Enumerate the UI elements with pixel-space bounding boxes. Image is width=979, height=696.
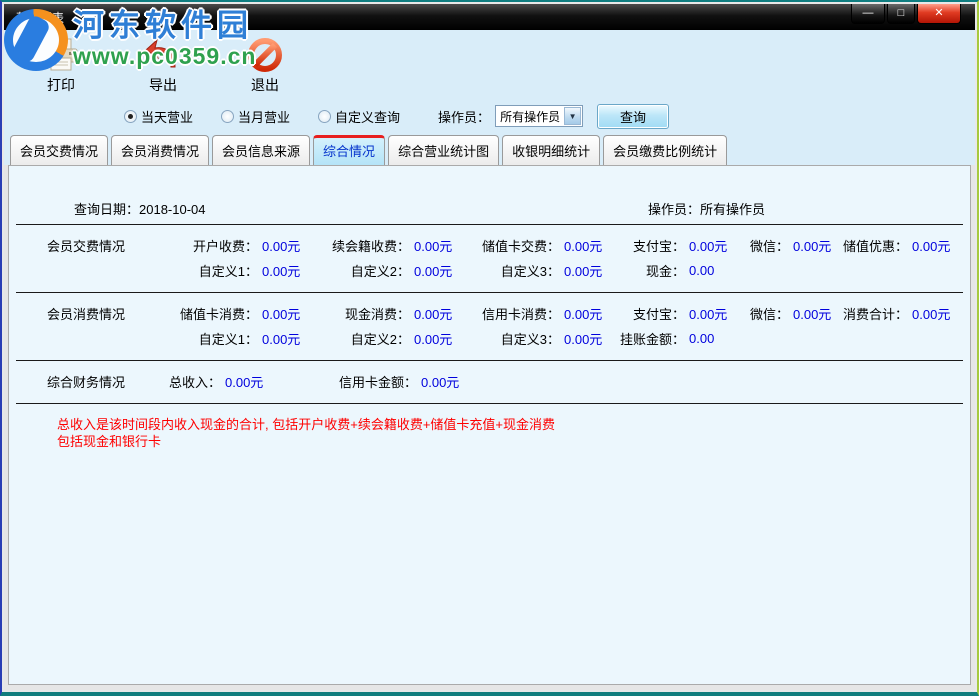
filter-bar: 当天营业 当月营业 自定义查询 操作员： 所有操作员 ▼ 查询 [4, 98, 975, 134]
report-field: 支付宝： 0.00元 [614, 304, 739, 323]
radio-custom-query[interactable]: 自定义查询 [318, 107, 400, 126]
operator-info-value: 所有操作员 [700, 202, 765, 217]
export-button[interactable]: 导出 [134, 35, 192, 95]
section-row: 自定义1： 0.00元 自定义2： 0.00元 自定义3： 0.00元 挂账金额… [17, 326, 962, 351]
chevron-down-icon[interactable]: ▼ [564, 107, 581, 125]
tab-member-source[interactable]: 会员信息来源 [212, 135, 310, 166]
section-financial-summary: 综合财务情况 总收入： 0.00元 信用卡金额： 0.00元 [9, 361, 970, 403]
radio-month-label: 当月营业 [238, 107, 290, 126]
print-button[interactable]: 打印 [32, 35, 90, 95]
report-field: 自定义3： 0.00元 [464, 329, 614, 348]
section-title: 会员交费情况 [17, 236, 157, 255]
radio-icon [318, 110, 331, 123]
title-bar: 营业报表 — □ ✕ [4, 4, 975, 30]
print-label: 打印 [47, 75, 75, 95]
report-field: 储值卡消费： 0.00元 [157, 304, 312, 323]
tab-strip: 会员交费情况 会员消费情况 会员信息来源 综合情况 综合营业统计图 收银明细统计… [4, 134, 975, 165]
close-button[interactable]: ✕ [917, 4, 961, 24]
section-member-payment: 会员交费情况 开户收费： 0.00元 续会籍收费： 0.00元 储值卡交费： 0… [9, 225, 970, 292]
toolbar: 打印 导出 [4, 30, 975, 98]
income-note-line2: 包括现金和银行卡 [57, 433, 970, 450]
query-date: 查询日期：2018-10-04 [74, 199, 206, 218]
radio-custom-label: 自定义查询 [335, 107, 400, 126]
operator-info-label: 操作员： [648, 202, 700, 217]
report-field: 续会籍收费： 0.00元 [312, 236, 464, 255]
report-field: 支付宝： 0.00元 [614, 236, 739, 255]
report-field: 现金消费： 0.00元 [312, 304, 464, 323]
tab-cashier-detail[interactable]: 收银明细统计 [502, 135, 600, 166]
minimize-button[interactable]: — [851, 4, 885, 24]
export-arrow-icon [144, 35, 182, 75]
query-button[interactable]: 查询 [597, 104, 669, 129]
query-date-label: 查询日期： [74, 202, 139, 217]
export-label: 导出 [149, 75, 177, 95]
divider [16, 403, 963, 404]
window-frame: 营业报表 — □ ✕ 打印 [2, 2, 977, 692]
income-note-line1: 总收入是该时间段内收入现金的合计, 包括开户收费+续会籍收费+储值卡充值+现金消… [57, 416, 970, 433]
operator-info: 操作员：所有操作员 [648, 199, 765, 218]
report-field: 挂账金额： 0.00 [614, 329, 739, 348]
tab-payment-ratio[interactable]: 会员缴费比例统计 [603, 135, 727, 166]
maximize-button[interactable]: □ [887, 4, 915, 24]
report-field: 信用卡消费： 0.00元 [464, 304, 614, 323]
radio-today-business[interactable]: 当天营业 [124, 107, 193, 126]
report-field: 自定义2： 0.00元 [312, 261, 464, 280]
report-field: 储值卡交费： 0.00元 [464, 236, 614, 255]
app-window: 营业报表 — □ ✕ 打印 [0, 0, 979, 696]
section-member-consumption: 会员消费情况 储值卡消费： 0.00元 现金消费： 0.00元 信用卡消费： 0… [9, 293, 970, 360]
section-row: 综合财务情况 总收入： 0.00元 信用卡金额： 0.00元 [17, 369, 962, 394]
operator-select-value: 所有操作员 [500, 108, 560, 125]
tab-member-payment[interactable]: 会员交费情况 [10, 135, 108, 166]
exit-label: 退出 [251, 75, 279, 95]
report-field: 自定义1： 0.00元 [157, 261, 312, 280]
section-row: 会员交费情况 开户收费： 0.00元 续会籍收费： 0.00元 储值卡交费： 0… [17, 233, 962, 258]
report-meta-row: 查询日期：2018-10-04 操作员：所有操作员 [9, 196, 970, 224]
window-title: 营业报表 [16, 9, 64, 26]
printer-icon [41, 35, 81, 75]
section-row: 会员消费情况 储值卡消费： 0.00元 现金消费： 0.00元 信用卡消费： 0… [17, 301, 962, 326]
report-field: 储值优惠： 0.00元 [843, 236, 962, 255]
tab-business-chart[interactable]: 综合营业统计图 [388, 135, 499, 166]
operator-select[interactable]: 所有操作员 ▼ [495, 105, 583, 127]
report-field: 开户收费： 0.00元 [157, 236, 312, 255]
window-controls: — □ ✕ [851, 4, 961, 24]
query-date-value: 2018-10-04 [139, 202, 206, 217]
report-field: 总收入： 0.00元 [157, 372, 275, 391]
report-field: 微信： 0.00元 [739, 236, 843, 255]
exit-prohibition-icon [246, 35, 284, 75]
section-row: 自定义1： 0.00元 自定义2： 0.00元 自定义3： 0.00元 现金： … [17, 258, 962, 283]
report-field: 消费合计： 0.00元 [843, 304, 962, 323]
report-field: 信用卡金额： 0.00元 [275, 372, 471, 391]
tab-summary[interactable]: 综合情况 [313, 135, 385, 166]
radio-month-business[interactable]: 当月营业 [221, 107, 290, 126]
tab-member-consumption[interactable]: 会员消费情况 [111, 135, 209, 166]
radio-today-label: 当天营业 [141, 107, 193, 126]
income-note: 总收入是该时间段内收入现金的合计, 包括开户收费+续会籍收费+储值卡充值+现金消… [57, 416, 970, 450]
section-title: 综合财务情况 [17, 372, 157, 391]
exit-button[interactable]: 退出 [236, 35, 294, 95]
report-field: 现金： 0.00 [614, 261, 739, 280]
report-field: 自定义1： 0.00元 [157, 329, 312, 348]
report-field: 自定义2： 0.00元 [312, 329, 464, 348]
section-title: 会员消费情况 [17, 304, 157, 323]
report-field: 微信： 0.00元 [739, 304, 843, 323]
report-panel: 查询日期：2018-10-04 操作员：所有操作员 会员交费情况 开户收费： 0… [8, 165, 971, 685]
report-field: 自定义3： 0.00元 [464, 261, 614, 280]
radio-selected-icon [124, 110, 137, 123]
operator-filter-label: 操作员： [438, 107, 490, 126]
radio-icon [221, 110, 234, 123]
